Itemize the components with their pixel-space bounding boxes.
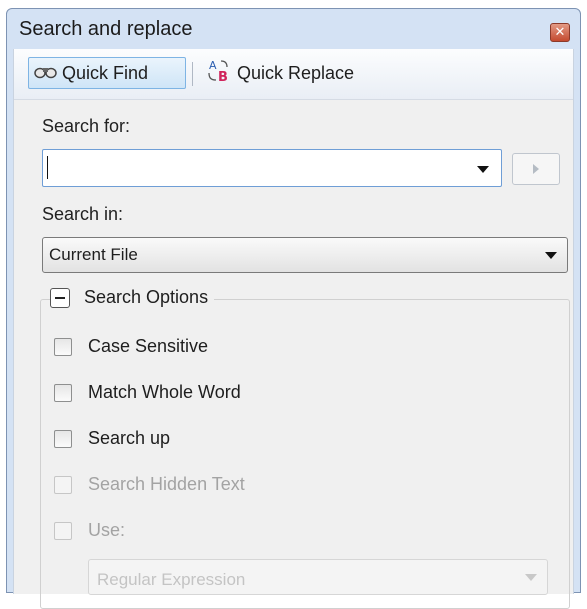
text-caret — [47, 156, 48, 179]
ab-replace-icon: A B — [207, 58, 233, 89]
use-method-value: Regular Expression — [97, 570, 246, 589]
dialog-body: Quick Find A B Quick Replace Search for: — [13, 49, 574, 609]
case-sensitive-checkbox[interactable] — [54, 337, 72, 356]
use-checkbox — [54, 521, 72, 540]
search-for-label: Search for: — [42, 116, 131, 136]
search-up-option[interactable]: Search up — [54, 428, 170, 449]
dialog-title: Search and replace — [19, 18, 193, 40]
svg-text:A: A — [209, 59, 217, 72]
close-button[interactable]: ✕ — [550, 23, 570, 42]
use-label: Use: — [88, 520, 126, 540]
search-hidden-text-option: Search Hidden Text — [54, 474, 245, 495]
chevron-down-icon — [525, 574, 537, 581]
chevron-down-icon[interactable] — [477, 166, 489, 173]
match-whole-word-option[interactable]: Match Whole Word — [54, 382, 241, 403]
svg-text:B: B — [218, 70, 228, 84]
search-in-label: Search in: — [42, 204, 124, 224]
search-up-label: Search up — [88, 428, 171, 448]
quick-replace-button[interactable]: A B Quick Replace — [202, 57, 359, 89]
toolbar-separator — [192, 62, 193, 86]
search-options-header: Search Options — [50, 287, 215, 308]
match-whole-word-label: Match Whole Word — [88, 382, 241, 402]
find-next-button[interactable] — [512, 153, 560, 185]
collapse-icon[interactable] — [50, 287, 70, 308]
quick-find-label: Quick Find — [62, 62, 149, 83]
chevron-down-icon[interactable] — [545, 252, 557, 259]
search-hidden-text-checkbox — [54, 475, 72, 494]
search-options-title: Search Options — [84, 287, 209, 307]
search-up-checkbox[interactable] — [54, 429, 72, 448]
use-option: Use: — [54, 520, 125, 541]
match-whole-word-checkbox[interactable] — [54, 383, 72, 402]
binoculars-icon — [34, 63, 58, 84]
use-method-select: Regular Expression — [88, 559, 548, 595]
search-replace-dialog: Search and replace ✕ Quick Find A B Quic… — [6, 8, 581, 609]
play-icon — [533, 164, 539, 174]
mode-toolbar: Quick Find A B Quick Replace — [14, 49, 573, 100]
search-in-value: Current File — [49, 245, 138, 264]
close-icon: ✕ — [554, 25, 566, 40]
case-sensitive-label: Case Sensitive — [88, 336, 209, 356]
search-hidden-text-label: Search Hidden Text — [88, 474, 245, 494]
case-sensitive-option[interactable]: Case Sensitive — [54, 336, 208, 357]
search-for-input[interactable] — [42, 149, 502, 187]
quick-replace-label: Quick Replace — [237, 62, 355, 83]
quick-find-button[interactable]: Quick Find — [28, 57, 186, 89]
title-bar: Search and replace ✕ — [7, 9, 580, 49]
search-in-select[interactable]: Current File — [42, 237, 568, 273]
